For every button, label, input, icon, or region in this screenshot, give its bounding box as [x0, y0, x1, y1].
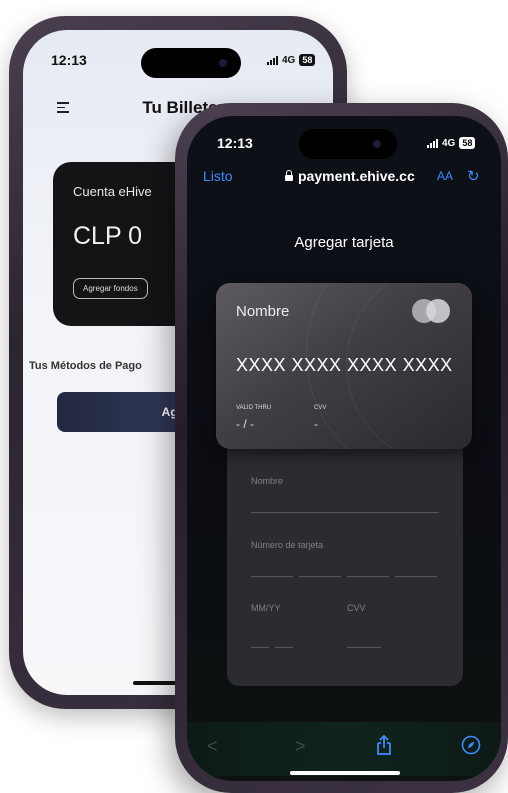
- payment-screen: 12:13 4G 58 Listo payment.ehive.cc AA ↻ …: [187, 116, 501, 781]
- front-phone: 12:13 4G 58 Listo payment.ehive.cc AA ↻ …: [175, 103, 508, 793]
- valid-thru-value: - / -: [236, 417, 254, 431]
- card-cvv-value: -: [314, 417, 318, 431]
- battery-icon: 58: [299, 54, 316, 66]
- card-number-label: Número de tarjeta: [251, 540, 324, 550]
- dynamic-island: [299, 129, 397, 159]
- text-size-button[interactable]: AA: [437, 169, 453, 183]
- status-indicators: 4G 58: [267, 54, 316, 66]
- back-icon[interactable]: <: [207, 736, 218, 757]
- expiry-label: MM/YY: [251, 603, 281, 613]
- name-field-underline: [251, 512, 439, 513]
- share-icon[interactable]: [375, 734, 393, 761]
- status-time: 12:13: [51, 52, 87, 68]
- card-cvv-label: CVV: [314, 405, 327, 411]
- url-text: payment.ehive.cc: [298, 168, 415, 184]
- card-number-segment: [251, 576, 293, 577]
- name-field-label: Nombre: [251, 476, 284, 486]
- url-field[interactable]: payment.ehive.cc: [285, 168, 415, 184]
- battery-icon: 58: [459, 137, 476, 149]
- valid-thru-label: VALID THRU: [236, 405, 272, 411]
- network-label: 4G: [442, 137, 456, 149]
- card-number-field[interactable]: Número de tarjeta: [251, 540, 439, 577]
- signal-icon: [267, 55, 278, 65]
- cvv-field[interactable]: CVV: [347, 603, 439, 648]
- browser-toolbar: < >: [187, 722, 501, 776]
- network-label: 4G: [282, 54, 296, 66]
- status-time: 12:13: [217, 135, 253, 151]
- card-number-segment: [395, 576, 437, 577]
- camera-dot: [373, 140, 381, 148]
- name-field[interactable]: Nombre: [251, 476, 439, 513]
- account-label: Cuenta eHive: [73, 184, 152, 199]
- card-name: Nombre: [236, 303, 290, 320]
- browser-bar: Listo payment.ehive.cc AA ↻: [187, 162, 501, 192]
- add-funds-button[interactable]: Agregar fondos: [73, 278, 148, 299]
- card-number: XXXX XXXX XXXX XXXX: [236, 355, 453, 375]
- compass-icon[interactable]: [461, 735, 481, 760]
- signal-icon: [427, 138, 438, 148]
- account-balance: CLP 0: [73, 222, 143, 250]
- expiry-year-underline: [275, 647, 293, 648]
- card-number-segment: [299, 576, 341, 577]
- forward-icon[interactable]: >: [295, 736, 306, 757]
- payment-methods-title: Tus Métodos de Pago: [29, 360, 142, 372]
- lock-icon: [285, 169, 293, 181]
- cvv-label: CVV: [347, 603, 366, 613]
- status-indicators: 4G 58: [427, 137, 476, 149]
- camera-dot: [219, 59, 227, 67]
- home-indicator: [290, 771, 400, 775]
- cvv-underline: [347, 647, 381, 648]
- card-number-segment: [347, 576, 389, 577]
- card-preview: Nombre XXXX XXXX XXXX XXXX VALID THRU - …: [216, 283, 472, 449]
- card-brand-icon: [412, 299, 452, 323]
- reload-icon[interactable]: ↻: [467, 167, 480, 185]
- card-form: Nombre Número de tarjeta MM/YY CVV: [227, 416, 463, 686]
- done-button[interactable]: Listo: [203, 168, 233, 184]
- expiry-month-underline: [251, 647, 269, 648]
- page-title: Agregar tarjeta: [294, 234, 394, 251]
- dynamic-island: [141, 48, 241, 78]
- expiry-field[interactable]: MM/YY: [251, 603, 343, 648]
